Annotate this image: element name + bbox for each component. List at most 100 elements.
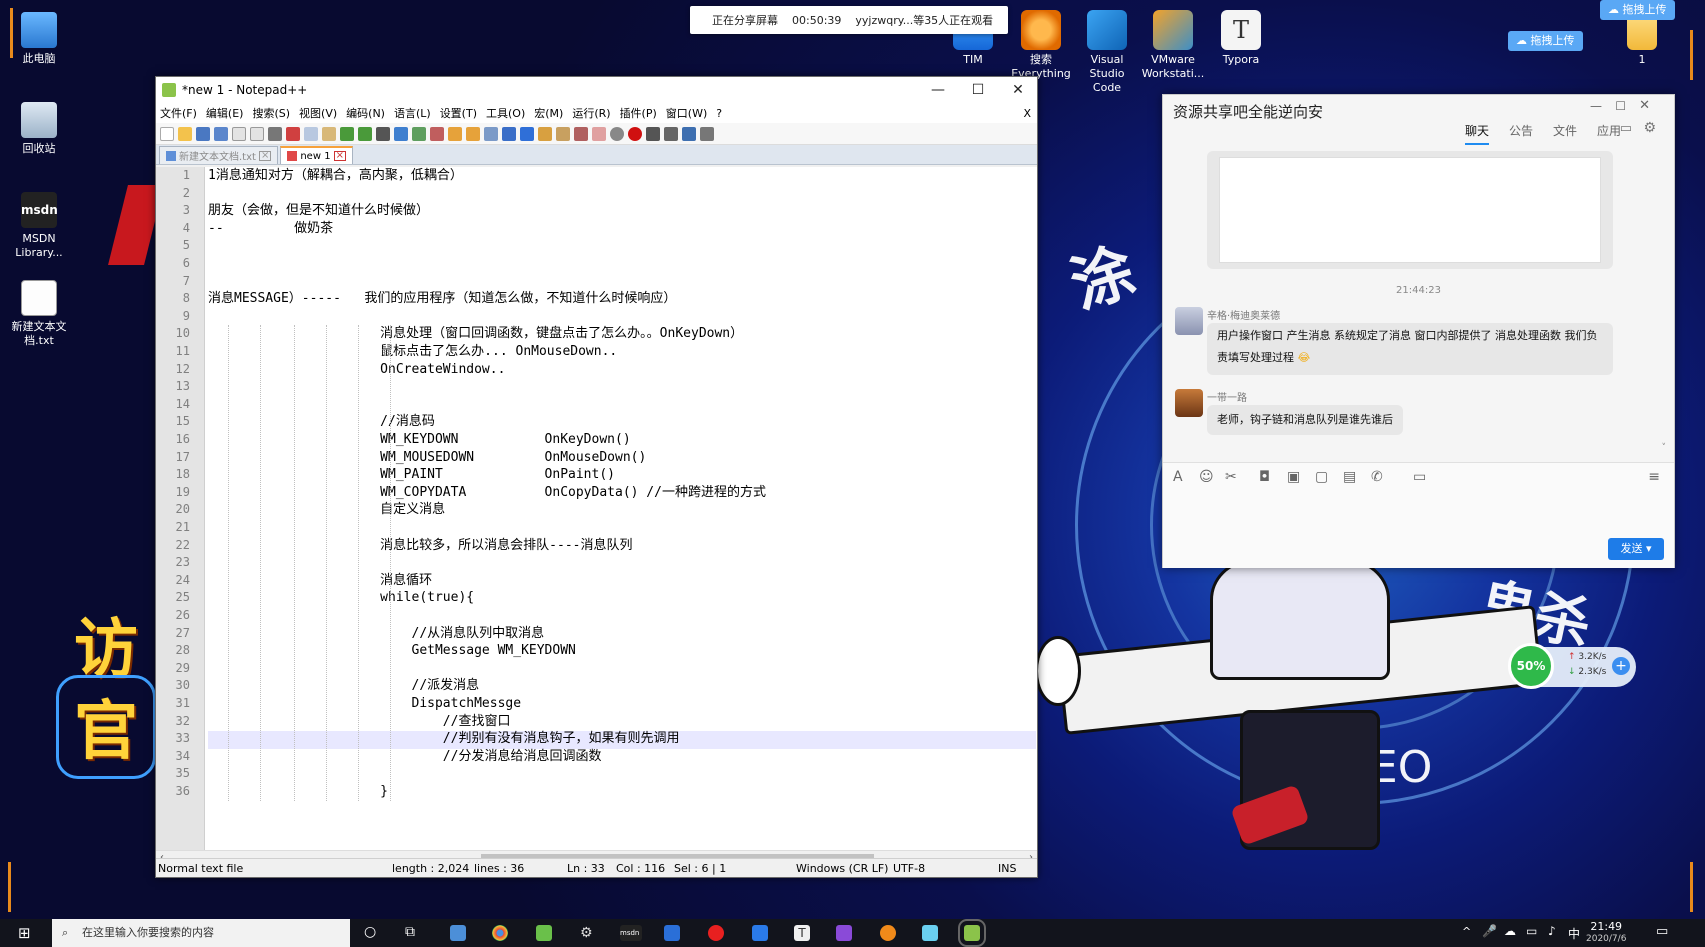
taskbar-search-box[interactable]: ⌕ 在这里输入你要搜索的内容 — [52, 919, 350, 947]
record-macro-icon[interactable] — [628, 126, 642, 141]
app-icon-vmware[interactable]: VMware Workstati... — [1140, 10, 1206, 81]
tab-close-icon[interactable]: × — [258, 150, 272, 161]
code-line[interactable]: //判别有没有消息钩子，如果有则先调用 — [208, 730, 680, 748]
new-file-icon[interactable] — [160, 126, 174, 141]
code-line[interactable]: 消息MESSAGE）----- 我们的应用程序（知道怎么做，不知道什么时候响应） — [208, 290, 676, 308]
code-line[interactable]: 消息比较多，所以消息会排队----消息队列 — [208, 537, 632, 555]
show-all-chars-icon[interactable] — [502, 126, 516, 141]
network-speed-widget[interactable]: 50% ↑ 3.2K/s ↓ 2.3K/s + — [1508, 643, 1636, 689]
tab-text-file[interactable]: 新建文本文档.txt × — [159, 146, 279, 164]
code-line[interactable]: //查找窗口 — [208, 713, 511, 731]
code-line[interactable]: while(true){ — [208, 589, 474, 607]
copy-icon[interactable] — [304, 126, 318, 141]
menu-encoding[interactable]: 编码(N) — [346, 105, 385, 121]
share-viewers[interactable]: yyjzwqry...等35人正在观看 — [855, 12, 993, 28]
sender-name[interactable]: 一带一路 — [1207, 389, 1247, 404]
code-line[interactable]: } — [208, 783, 388, 801]
menu-help[interactable]: ? — [716, 107, 722, 120]
menu-language[interactable]: 语言(L) — [394, 105, 431, 121]
spell-icon[interactable] — [610, 126, 624, 141]
cut-icon[interactable] — [286, 126, 300, 141]
code-line[interactable]: WM_KEYDOWN OnKeyDown() — [208, 431, 630, 449]
code-line[interactable]: WM_PAINT OnPaint() — [208, 466, 615, 484]
zoom-out-icon[interactable] — [430, 126, 444, 141]
task-view-icon[interactable]: ⧉ — [405, 924, 415, 940]
scissors-icon[interactable]: ✂ — [1225, 469, 1237, 485]
message-input-area[interactable]: A ☺ ✂ ◘ ▣ ▢ ▤ ✆ ▭ ≡ 发送 ▾ — [1163, 462, 1674, 568]
code-line[interactable]: GetMessage WM_KEYDOWN — [208, 642, 575, 660]
find-icon[interactable] — [376, 126, 390, 141]
menu-plugins[interactable]: 插件(P) — [620, 105, 657, 121]
menu-tools[interactable]: 工具(O) — [486, 105, 525, 121]
code-line[interactable]: OnCreateWindow.. — [208, 361, 505, 379]
doc-map-icon[interactable] — [538, 126, 552, 141]
menu-window[interactable]: 窗口(W) — [666, 105, 707, 121]
tray-mic-icon[interactable]: 🎤 — [1482, 924, 1497, 938]
menu-macro[interactable]: 宏(M) — [534, 105, 563, 121]
close-button[interactable]: ✕ — [998, 77, 1038, 103]
image-message[interactable] — [1207, 151, 1613, 269]
minimize-button[interactable]: — — [1590, 99, 1602, 113]
gear-icon[interactable]: ⚙ — [1643, 120, 1656, 136]
font-icon[interactable]: A — [1173, 469, 1183, 485]
taskbar-app-explorer-icon[interactable] — [450, 925, 466, 941]
windows-start-icon[interactable]: ⊞ — [18, 924, 31, 942]
sync-h-scroll-icon[interactable] — [466, 126, 480, 141]
app-icon-everything[interactable]: 搜索 Everything — [1008, 10, 1074, 81]
function-list-icon[interactable] — [556, 126, 570, 141]
code-line[interactable]: //从消息队列中取消息 — [208, 625, 544, 643]
taskbar-app-network-icon[interactable] — [664, 925, 680, 941]
taskbar-app-record-icon[interactable] — [708, 925, 724, 941]
folder-workspace-icon[interactable] — [574, 126, 588, 141]
run-macro-multiple-icon[interactable] — [682, 126, 696, 141]
avatar[interactable] — [1175, 307, 1203, 335]
indent-guide-icon[interactable] — [520, 126, 534, 141]
playback-macro-icon[interactable] — [664, 126, 678, 141]
menu-view[interactable]: 视图(V) — [299, 105, 337, 121]
message-list[interactable]: 21:44:23 辛格·梅迪奥莱德 用户操作窗口 产生消息 系统规定了消息 窗口… — [1163, 151, 1674, 461]
upload-drag-button[interactable]: ☁ 拖拽上传 — [1508, 31, 1583, 51]
close-button[interactable]: ✕ — [1639, 98, 1650, 113]
add-icon[interactable]: + — [1612, 657, 1630, 675]
avatar[interactable] — [1175, 389, 1203, 417]
close-all-icon[interactable] — [250, 126, 264, 141]
editor-area[interactable]: 1 2 3 4 5 6 7 8 9 10 11 12 13 14 15 16 17 18 19 20 21 22 23 24 2… — [156, 167, 1037, 850]
tab-new-1[interactable]: new 1 × — [280, 146, 353, 164]
screen-capture-icon[interactable]: ▭ — [1413, 469, 1426, 485]
taskbar-app-typora-icon[interactable]: T — [794, 925, 810, 941]
print-icon[interactable] — [268, 126, 282, 141]
open-file-icon[interactable] — [178, 126, 192, 141]
taskbar-app-chrome-icon[interactable] — [492, 925, 508, 941]
sender-name[interactable]: 辛格·梅迪奥莱德 — [1207, 307, 1280, 322]
tray-volume-icon[interactable]: ♪ — [1548, 924, 1556, 938]
taskbar-app-vs-icon[interactable] — [836, 925, 852, 941]
word-wrap-icon[interactable] — [484, 126, 498, 141]
tab-announcement[interactable]: 公告 — [1509, 122, 1533, 145]
taskbar-app-notepadpp-icon[interactable] — [958, 919, 986, 947]
code-line[interactable]: DispatchMessge — [208, 695, 521, 713]
menu-file[interactable]: 文件(F) — [160, 105, 197, 121]
send-button[interactable]: 发送 ▾ — [1608, 538, 1664, 560]
minimize-button[interactable]: — — [918, 77, 958, 103]
paste-icon[interactable] — [322, 126, 336, 141]
code-line[interactable]: 1消息通知对方（解耦合，高内聚，低耦合） — [208, 167, 463, 185]
app-icon-typora[interactable]: T Typora — [1208, 10, 1274, 67]
redo-icon[interactable] — [358, 126, 372, 141]
history-icon[interactable]: ≡ — [1648, 469, 1660, 485]
code-line[interactable]: 消息循环 — [208, 572, 432, 590]
gift-icon[interactable]: ▤ — [1343, 469, 1356, 485]
menu-search[interactable]: 搜索(S) — [252, 105, 290, 121]
screenshot-thumbnail[interactable] — [1219, 157, 1601, 263]
desktop-icon-this-pc[interactable]: 此电脑 — [0, 12, 78, 66]
tray-cloud-icon[interactable]: ☁ — [1504, 924, 1516, 938]
taskbar-clock[interactable]: 21:49 2020/7/6 — [1586, 920, 1626, 946]
taskbar-settings-gear-icon[interactable]: ⚙ — [580, 925, 596, 941]
document-close-button[interactable]: X — [1023, 107, 1031, 120]
code-line[interactable]: //派发消息 — [208, 677, 479, 695]
tab-apps[interactable]: 应用 — [1597, 122, 1621, 145]
tab-files[interactable]: 文件 — [1553, 122, 1577, 145]
taskbar-app-everything-icon[interactable] — [880, 925, 896, 941]
app-icon-vscode[interactable]: Visual Studio Code — [1074, 10, 1140, 95]
sticker-icon[interactable]: ◘ — [1259, 469, 1270, 485]
menu-settings[interactable]: 设置(T) — [440, 105, 477, 121]
